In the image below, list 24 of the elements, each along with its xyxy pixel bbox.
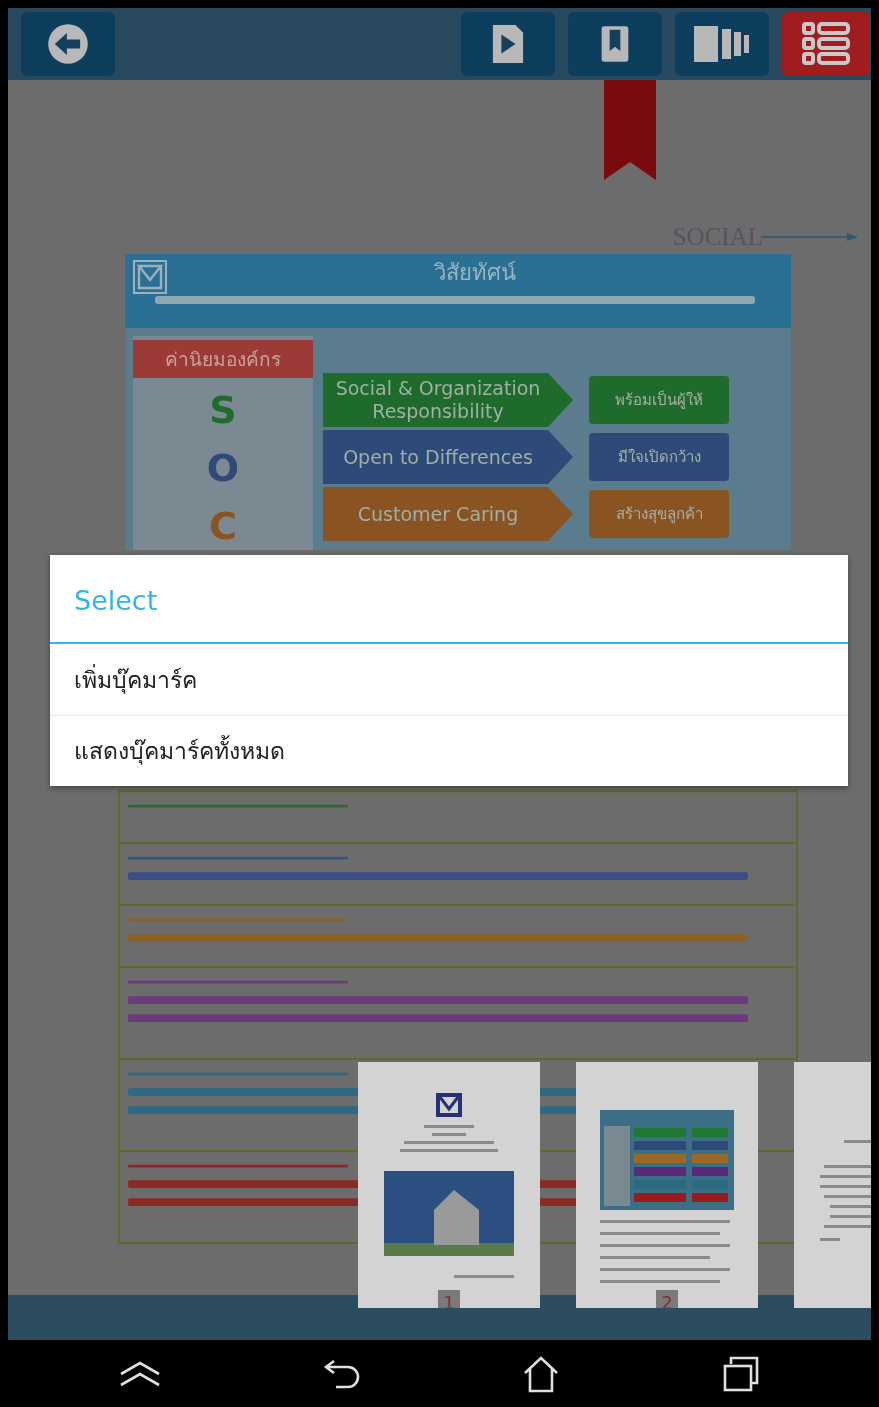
pages-button[interactable] bbox=[675, 12, 769, 76]
value-letter: C bbox=[209, 503, 237, 550]
page-thumbnail[interactable] bbox=[576, 1062, 758, 1308]
logo-icon bbox=[133, 260, 167, 294]
value-label: พร้อมเป็นผู้ให้ bbox=[589, 376, 729, 424]
value-label: มีใจเปิดกว้าง bbox=[589, 433, 729, 481]
values-tag: ค่านิยมองค์กร bbox=[133, 340, 313, 378]
dialog-title: Select bbox=[73, 584, 159, 618]
page-thumbnail[interactable] bbox=[794, 1062, 871, 1308]
menu-item[interactable]: แสดงบุ๊คมาร์คทั้งหมด bbox=[50, 715, 848, 786]
play-document-icon bbox=[491, 23, 525, 65]
play-button[interactable] bbox=[461, 12, 555, 76]
value-letter: S bbox=[209, 387, 237, 434]
page-thumbnail[interactable] bbox=[358, 1062, 540, 1308]
list-icon bbox=[801, 21, 851, 67]
bookmark-icon bbox=[599, 23, 631, 65]
back-button[interactable] bbox=[21, 12, 115, 76]
vision-title: วิสัยทัศน์ bbox=[434, 260, 516, 286]
list-button[interactable] bbox=[782, 12, 870, 76]
value-letter: O bbox=[206, 445, 240, 492]
arrow-icon bbox=[761, 232, 859, 242]
value-label: สร้างสุขลูกค้า bbox=[589, 490, 729, 538]
bookmark-button[interactable] bbox=[568, 12, 662, 76]
menu-item[interactable]: เพิ่มบุ๊คมาร์ค bbox=[50, 644, 848, 715]
